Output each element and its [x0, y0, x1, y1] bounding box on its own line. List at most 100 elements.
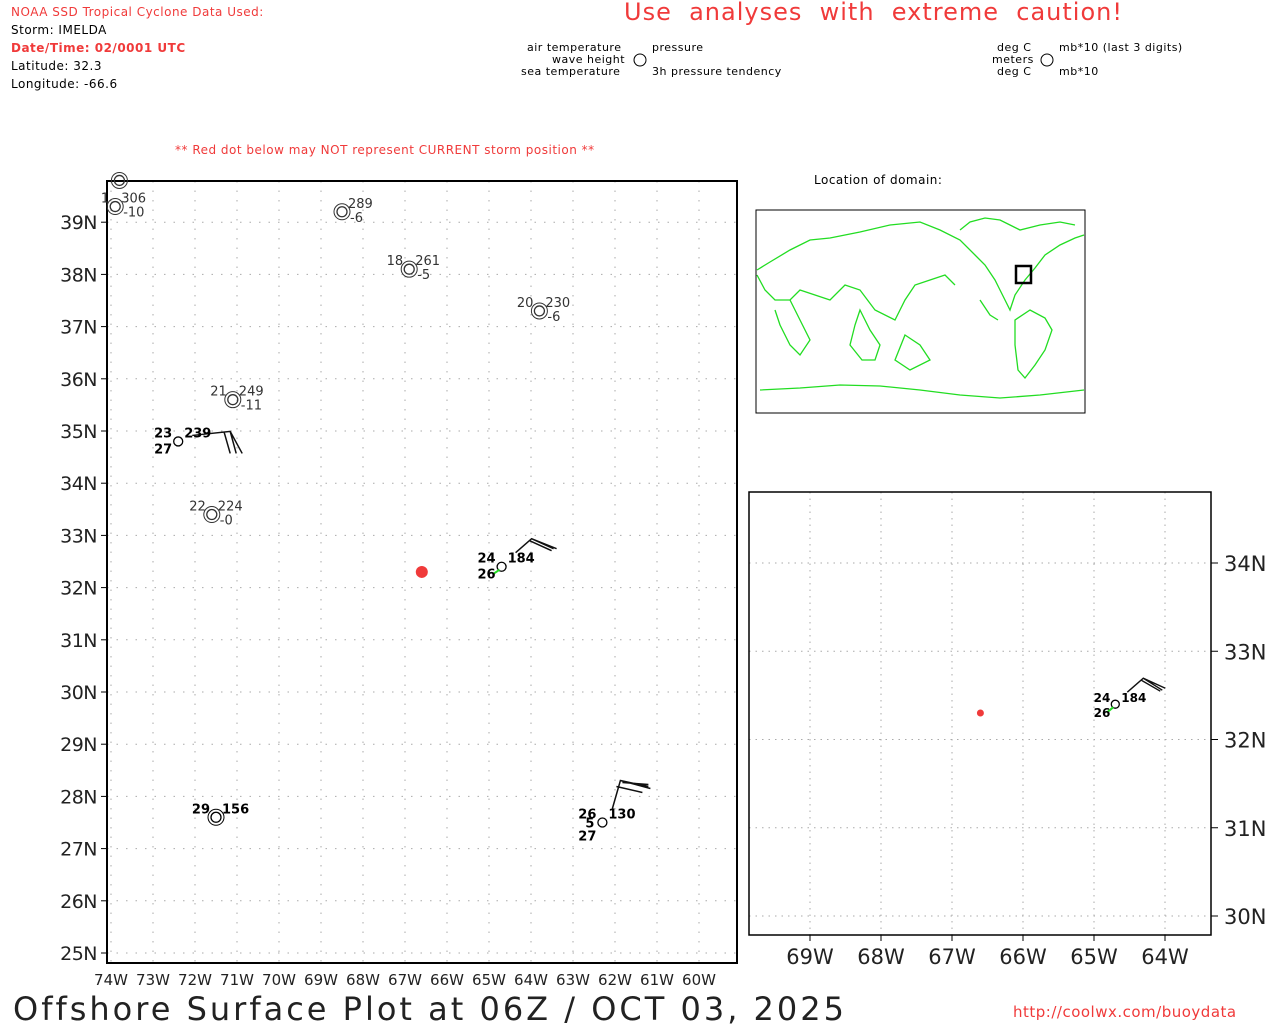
pressure: 184: [1121, 691, 1146, 705]
plot-title: Offshore Surface Plot at 06Z / OCT 03, 2…: [13, 990, 847, 1028]
legend-station-icon-units: [1040, 53, 1054, 67]
station-marker: 26 130527: [578, 779, 651, 845]
lon-label: 66W: [430, 971, 464, 989]
air-temperature: 1: [101, 192, 109, 207]
lon-label: 65W: [1070, 945, 1118, 969]
lat-label: 27N: [60, 839, 97, 861]
lat-label: 29N: [60, 734, 97, 756]
lon-label: 72W: [178, 971, 212, 989]
pressure-tendency: -0: [220, 514, 233, 529]
lat-label: 36N: [60, 369, 97, 391]
wind-barb-icon: [1126, 677, 1166, 693]
lon-label: 69W: [786, 945, 834, 969]
air-temperature: 18: [387, 254, 404, 269]
lat-label: 39N: [60, 212, 97, 234]
lat-label: 38N: [60, 264, 97, 286]
pressure-tendency: -6: [350, 211, 363, 226]
map-canvas: 39N 38N 37N 36N 35N 34N 33N 32N 31N 30N 29N 28N 27N 2…: [60, 53, 1266, 989]
sea-temperature: 26: [1094, 706, 1111, 720]
station-circle: [206, 508, 218, 521]
lat-label: 26N: [60, 891, 97, 913]
lat-label: 32N: [1224, 729, 1266, 753]
pressure-tendency: -11: [241, 399, 262, 414]
pressure: 184: [508, 552, 535, 567]
pressure: 306: [121, 192, 146, 207]
station-circle: [210, 811, 222, 823]
lat-label: 35N: [60, 421, 97, 443]
station-marker: 18 261-5: [387, 254, 440, 283]
pressure: 130: [608, 808, 635, 823]
lon-label: 64W: [514, 971, 548, 989]
station-circle: [173, 436, 184, 447]
station-circle: [227, 394, 239, 406]
lon-label: 68W: [346, 971, 380, 989]
source-url[interactable]: http://coolwx.com/buoydata: [1013, 1003, 1237, 1021]
lat-label: 31N: [1224, 817, 1266, 841]
main-map-grid: 39N 38N 37N 36N 35N 34N 33N 32N 31N 30N 29N 28N 27N 2…: [60, 181, 737, 989]
pressure: 289: [348, 197, 373, 212]
sea-temperature: 27: [154, 442, 172, 457]
zoom-map-stations: 24 184 26: [976, 677, 1166, 720]
station-circle: [403, 263, 415, 275]
pressure: 156: [222, 802, 249, 817]
air-temperature: 24: [478, 552, 496, 567]
lon-label: 61W: [640, 971, 674, 989]
lat-label: 33N: [60, 525, 97, 547]
wind-barb-icon: [611, 779, 651, 809]
station-marker: 29 156: [192, 802, 249, 826]
station-marker: 22 224-0: [189, 500, 242, 529]
pressure: 230: [545, 296, 570, 311]
pressure: 224: [218, 500, 243, 515]
lon-label: 64W: [1141, 945, 1189, 969]
air-temperature: 24: [1094, 691, 1111, 705]
lat-label: 28N: [60, 786, 97, 808]
air-temperature: 21: [210, 385, 227, 400]
lat-label: 30N: [60, 682, 97, 704]
station-circle: [336, 206, 348, 218]
lon-label: 67W: [928, 945, 976, 969]
world-map: [755, 209, 1086, 414]
pressure-tendency: -10: [123, 206, 144, 221]
lon-label: 60W: [682, 971, 716, 989]
main-map-stations: 1 306-10289-618 261-520 230-621 249-1123 2392…: [101, 171, 651, 845]
lon-label: 71W: [220, 971, 254, 989]
station-marker: 24 184 26: [478, 537, 557, 583]
lon-label: 69W: [304, 971, 338, 989]
lon-label: 62W: [598, 971, 632, 989]
world-map-frame: [755, 209, 1086, 414]
station-circle: [533, 305, 546, 317]
sea-temperature: 26: [478, 568, 496, 583]
station-circle: [597, 817, 608, 828]
air-temperature: 23: [154, 426, 172, 441]
air-temperature: 29: [192, 802, 210, 817]
legend-station-icon: [633, 53, 647, 67]
air-temperature: 20: [517, 296, 534, 311]
lat-label: 37N: [60, 317, 97, 339]
lon-label: 67W: [388, 971, 422, 989]
station-marker: 23 239 27: [154, 426, 243, 457]
lon-label: 70W: [262, 971, 296, 989]
pressure: 249: [239, 385, 264, 400]
lat-label: 34N: [60, 473, 97, 495]
pressure-tendency: -6: [547, 310, 560, 325]
lat-label: 25N: [60, 943, 97, 965]
lat-label: 32N: [60, 578, 97, 600]
lat-label: 30N: [1224, 905, 1266, 929]
lon-label: 63W: [556, 971, 590, 989]
lat-label: 34N: [1224, 552, 1266, 576]
zoom-map-grid: 34N 33N 32N 31N 30N 69W 68W 67W 66W 65W 64W: [749, 492, 1266, 969]
pressure-tendency: -5: [417, 268, 430, 283]
lon-label: 65W: [472, 971, 506, 989]
wind-barb-icon: [515, 537, 557, 554]
pressure: 239: [184, 426, 211, 441]
storm-position-dot: [976, 709, 984, 717]
lon-label: 74W: [94, 971, 128, 989]
air-temperature: 22: [189, 500, 206, 515]
lat-label: 33N: [1224, 640, 1266, 664]
lat-label: 31N: [60, 630, 97, 652]
lon-label: 68W: [857, 945, 905, 969]
pressure: 261: [415, 254, 440, 269]
station-marker: 20 230-6: [517, 296, 570, 325]
sea-temperature: 27: [578, 830, 596, 845]
lon-label: 66W: [999, 945, 1047, 969]
